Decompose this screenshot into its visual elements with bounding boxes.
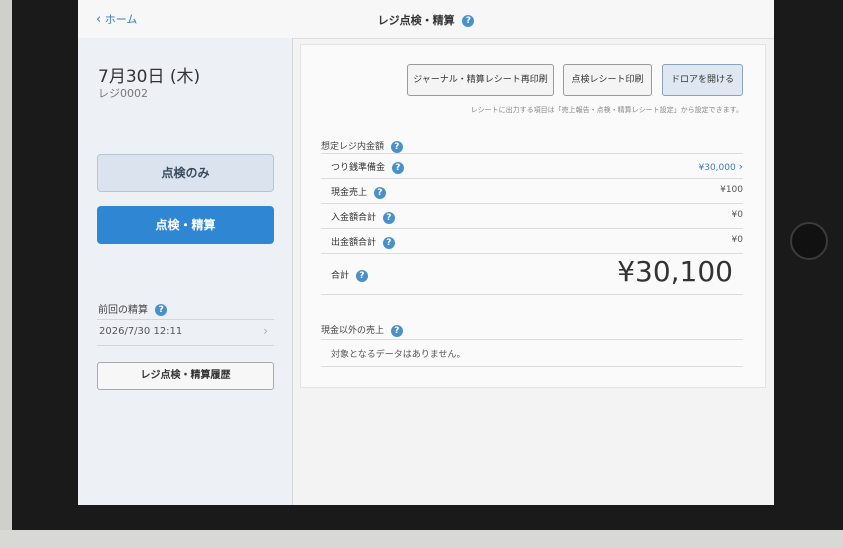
previous-settlement-label-wrap: 前回の精算 ? [98, 301, 168, 316]
expected-cash-label: 想定レジ内金額 [321, 142, 385, 152]
non-cash-empty-row: 対象となるデータはありません。 [321, 339, 743, 367]
deposit-total-label-wrap: 入金額合計 ? [331, 210, 395, 224]
withdrawal-total-label: 出金額合計 [331, 238, 377, 248]
previous-settlement-row[interactable]: 2026/7/30 12:11 › [97, 319, 274, 346]
help-icon[interactable]: ? [390, 140, 403, 153]
cash-sales-label: 現金売上 [331, 188, 368, 198]
help-icon[interactable]: ? [382, 236, 395, 249]
page-title: レジ点検・精算 [377, 14, 455, 27]
help-icon[interactable]: ? [382, 211, 395, 224]
cash-sales-label-wrap: 現金売上 ? [331, 185, 386, 199]
device-home-button[interactable] [790, 222, 828, 260]
change-fund-label: つり銭準備金 [331, 163, 386, 173]
current-date: 7月30日 (木) [98, 67, 201, 87]
receipt-settings-note: レシートに出力する項目は「売上報告・点検・精算レシート設定」から設定できます。 [470, 106, 743, 114]
device-edge [0, 0, 12, 548]
expected-cash-section-label: 想定レジ内金額 ? [321, 139, 403, 153]
no-data-message: 対象となるデータはありません。 [331, 350, 466, 360]
settlement-history-button[interactable]: レジ点検・精算履歴 [97, 362, 274, 390]
help-icon[interactable]: ? [373, 186, 386, 199]
withdrawal-total-label-wrap: 出金額合計 ? [331, 235, 395, 249]
non-cash-label: 現金以外の売上 [321, 326, 385, 336]
change-fund-value-wrap[interactable]: ¥30,000 › [699, 160, 744, 173]
change-fund-label-wrap: つり銭準備金 ? [331, 160, 404, 174]
app-screen: ‹ ホーム レジ点検・精算 ? 7月30日 (木) レジ0002 点検のみ 点検… [78, 0, 774, 505]
chevron-right-icon: › [738, 160, 743, 173]
journal-reprint-button[interactable]: ジャーナル・精算レシート再印刷 [407, 64, 554, 96]
print-check-receipt-button[interactable]: 点検レシート印刷 [563, 64, 652, 96]
help-icon[interactable]: ? [390, 324, 403, 337]
open-drawer-button[interactable]: ドロアを開ける [662, 64, 743, 96]
left-sidebar: 7月30日 (木) レジ0002 点検のみ 点検・精算 前回の精算 ? 2026… [78, 38, 293, 505]
total-row: 合計 ? ¥30,100 [321, 253, 743, 295]
help-icon[interactable]: ? [391, 161, 404, 174]
page-title-wrap: レジ点検・精算 ? [78, 12, 774, 28]
total-label-wrap: 合計 ? [331, 268, 368, 282]
previous-settlement-label: 前回の精算 [98, 305, 148, 316]
register-name: レジ0002 [98, 87, 148, 100]
chevron-right-icon: › [263, 324, 268, 338]
cash-sales-value: ¥100 [720, 185, 743, 195]
help-icon[interactable]: ? [462, 15, 475, 27]
help-icon[interactable]: ? [155, 304, 168, 316]
non-cash-section-label: 現金以外の売上 ? [321, 323, 403, 337]
navigation-bar: ‹ ホーム レジ点検・精算 ? [78, 0, 774, 39]
total-label: 合計 [331, 271, 350, 281]
device-stand [0, 530, 843, 548]
main-panel: ジャーナル・精算レシート再印刷 点検レシート印刷 ドロアを開ける レシートに出力… [300, 44, 766, 388]
check-and-settle-button[interactable]: 点検・精算 [97, 206, 274, 244]
change-fund-row[interactable]: つり銭準備金 ? ¥30,000 › [321, 153, 743, 178]
previous-settlement-date: 2026/7/30 12:11 [99, 326, 183, 337]
total-value: ¥30,100 [617, 255, 733, 288]
deposit-total-row: 入金額合計 ? ¥0 [321, 203, 743, 228]
change-fund-value: ¥30,000 [698, 163, 736, 173]
deposit-total-label: 入金額合計 [331, 213, 377, 223]
help-icon[interactable]: ? [355, 269, 368, 282]
check-only-button[interactable]: 点検のみ [97, 154, 274, 192]
withdrawal-total-row: 出金額合計 ? ¥0 [321, 228, 743, 253]
cash-sales-row: 現金売上 ? ¥100 [321, 178, 743, 203]
withdrawal-total-value: ¥0 [731, 235, 743, 245]
deposit-total-value: ¥0 [731, 210, 743, 220]
